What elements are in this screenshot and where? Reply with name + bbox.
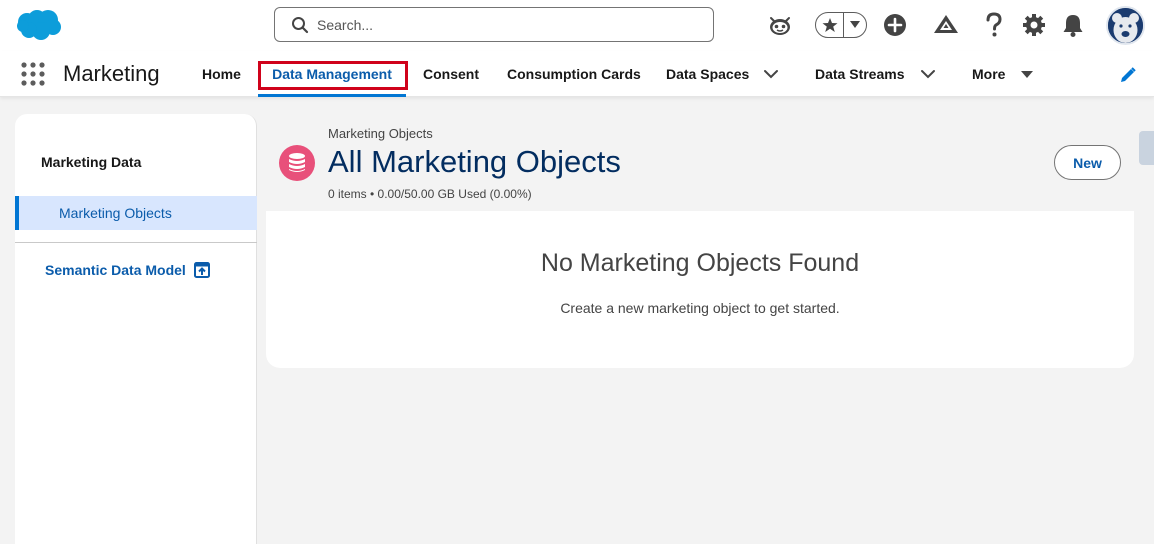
assistant-face-icon[interactable]: [765, 10, 795, 40]
favorites-group: [815, 12, 867, 38]
empty-state-title: No Marketing Objects Found: [540, 249, 860, 277]
nav-item-label: Consent: [423, 66, 479, 82]
nav-item-data-management[interactable]: Data Management: [258, 51, 406, 97]
nav-item-home[interactable]: Home: [202, 51, 241, 97]
active-tab-underline: [258, 94, 406, 97]
sidebar-link-label: Semantic Data Model: [45, 262, 186, 278]
sidebar-item-label: Marketing Objects: [59, 205, 172, 221]
edit-nav-pencil-icon[interactable]: [1119, 66, 1137, 84]
marketing-object-database-icon: [279, 145, 315, 181]
nav-item-data-spaces[interactable]: Data Spaces: [666, 51, 749, 97]
help-icon[interactable]: [979, 10, 1009, 40]
empty-state-subtitle: Create a new marketing object to get sta…: [560, 300, 840, 316]
app-name: Marketing: [63, 61, 160, 86]
nav-item-label: Consumption Cards: [507, 66, 641, 82]
notifications-bell-icon[interactable]: [1058, 10, 1088, 40]
sidebar-item-marketing-objects[interactable]: Marketing Objects: [15, 196, 257, 230]
trailhead-guidance-icon[interactable]: [931, 10, 961, 40]
nav-item-consent[interactable]: Consent: [423, 51, 479, 97]
external-link-icon: [193, 262, 210, 278]
nav-item-label: More: [972, 66, 1006, 82]
caret-down-icon[interactable]: [1018, 65, 1036, 83]
global-header: [0, 0, 1154, 51]
page-title: All Marketing Objects: [328, 144, 621, 179]
nav-item-label: Home: [202, 66, 241, 82]
empty-state-card: No Marketing Objects Found Create a new …: [266, 211, 1134, 368]
sidebar-link-semantic-data-model[interactable]: Semantic Data Model: [45, 262, 210, 278]
user-avatar[interactable]: [1106, 6, 1145, 45]
favorites-star-icon[interactable]: [816, 13, 844, 37]
search-input[interactable]: [317, 16, 697, 33]
side-panel-toggle[interactable]: [1139, 131, 1154, 165]
sidebar-divider: [15, 242, 257, 243]
sidebar-heading: Marketing Data: [41, 154, 142, 170]
app-navigation-bar: Marketing Home Data Management Consent C…: [0, 51, 1154, 97]
setup-gear-icon[interactable]: [1019, 10, 1049, 40]
chevron-down-icon[interactable]: [762, 65, 780, 83]
favorites-caret-icon[interactable]: [844, 13, 866, 37]
search-icon: [292, 16, 309, 33]
chevron-down-icon[interactable]: [919, 65, 937, 83]
nav-item-more[interactable]: More: [972, 51, 1005, 97]
salesforce-cloud-logo[interactable]: [15, 9, 63, 42]
nav-item-label: Data Spaces: [666, 66, 750, 82]
nav-item-label: Data Streams: [815, 66, 905, 82]
left-sidebar: Marketing Data Marketing Objects Semanti…: [15, 114, 257, 544]
nav-item-label: Data Management: [272, 66, 392, 82]
nav-item-consumption-cards[interactable]: Consumption Cards: [507, 51, 641, 97]
breadcrumb: Marketing Objects: [328, 126, 433, 141]
global-add-icon[interactable]: [880, 10, 910, 40]
app-launcher-icon[interactable]: [20, 61, 46, 87]
storage-usage-meta: 0 items • 0.00/50.00 GB Used (0.00%): [328, 187, 532, 201]
new-button[interactable]: New: [1054, 145, 1121, 180]
global-search[interactable]: [274, 7, 714, 42]
nav-item-data-streams[interactable]: Data Streams: [815, 51, 905, 97]
